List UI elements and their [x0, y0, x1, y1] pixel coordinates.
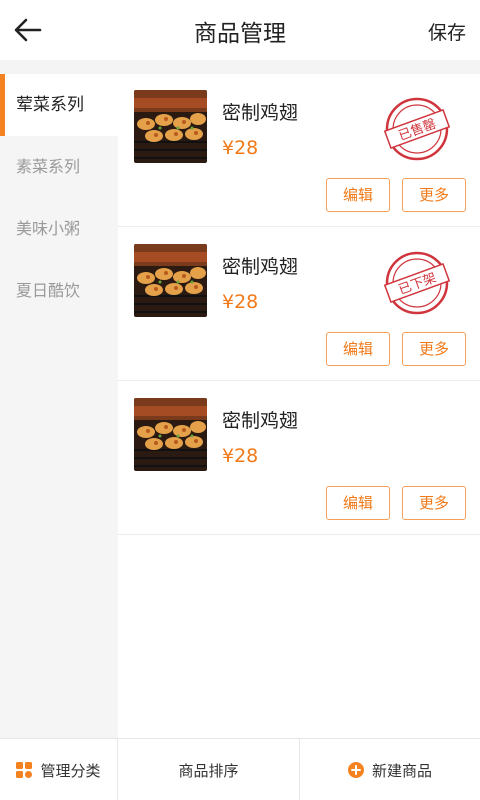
edit-button[interactable]: 编辑 [326, 332, 390, 366]
manage-category-button[interactable]: 管理分类 [0, 739, 118, 800]
grid-icon [16, 762, 33, 778]
bottom-action-bar: 管理分类 商品排序 新建商品 [0, 738, 480, 800]
save-button[interactable]: 保存 [428, 18, 466, 45]
product-list: 密制鸡翅 ¥28 已售罄 编辑 更多 密制鸡翅 ¥28 已下架 编辑 更多 密制… [118, 74, 480, 738]
manage-category-label: 管理分类 [40, 761, 101, 780]
sort-products-label: 商品排序 [178, 761, 239, 780]
plus-circle-icon [347, 762, 364, 778]
product-card: 密制鸡翅 ¥28 已售罄 编辑 更多 [118, 74, 480, 227]
sidebar-item-porridge[interactable]: 美味小粥 [0, 198, 118, 260]
top-bar: 商品管理 保存 [0, 0, 480, 60]
delisted-stamp: 已下架 [382, 248, 452, 318]
product-price: ¥28 [222, 137, 259, 159]
edit-button[interactable]: 编辑 [326, 178, 390, 212]
new-product-button[interactable]: 新建商品 [300, 739, 480, 800]
sidebar-item-meat[interactable]: 荤菜系列 [0, 74, 118, 136]
more-button[interactable]: 更多 [402, 178, 466, 212]
more-button[interactable]: 更多 [402, 486, 466, 520]
product-price: ¥28 [222, 291, 259, 313]
sidebar-item-vegetable[interactable]: 素菜系列 [0, 136, 118, 198]
product-image[interactable] [134, 398, 207, 471]
product-card: 密制鸡翅 ¥28 已下架 编辑 更多 [118, 228, 480, 381]
product-price: ¥28 [222, 445, 259, 467]
more-button[interactable]: 更多 [402, 332, 466, 366]
edit-button[interactable]: 编辑 [326, 486, 390, 520]
page-title: 商品管理 [194, 21, 286, 47]
product-image[interactable] [134, 90, 207, 163]
category-sidebar: 荤菜系列 素菜系列 美味小粥 夏日酷饮 [0, 74, 118, 738]
product-name: 密制鸡翅 [222, 256, 299, 278]
product-image[interactable] [134, 244, 207, 317]
sidebar-item-drinks[interactable]: 夏日酷饮 [0, 260, 118, 322]
product-name: 密制鸡翅 [222, 102, 299, 124]
header-divider [0, 60, 480, 74]
product-card: 密制鸡翅 ¥28 编辑 更多 [118, 382, 480, 535]
sold-out-stamp: 已售罄 [382, 94, 452, 164]
product-name: 密制鸡翅 [222, 410, 299, 432]
sort-products-button[interactable]: 商品排序 [118, 739, 300, 800]
new-product-label: 新建商品 [371, 761, 432, 780]
